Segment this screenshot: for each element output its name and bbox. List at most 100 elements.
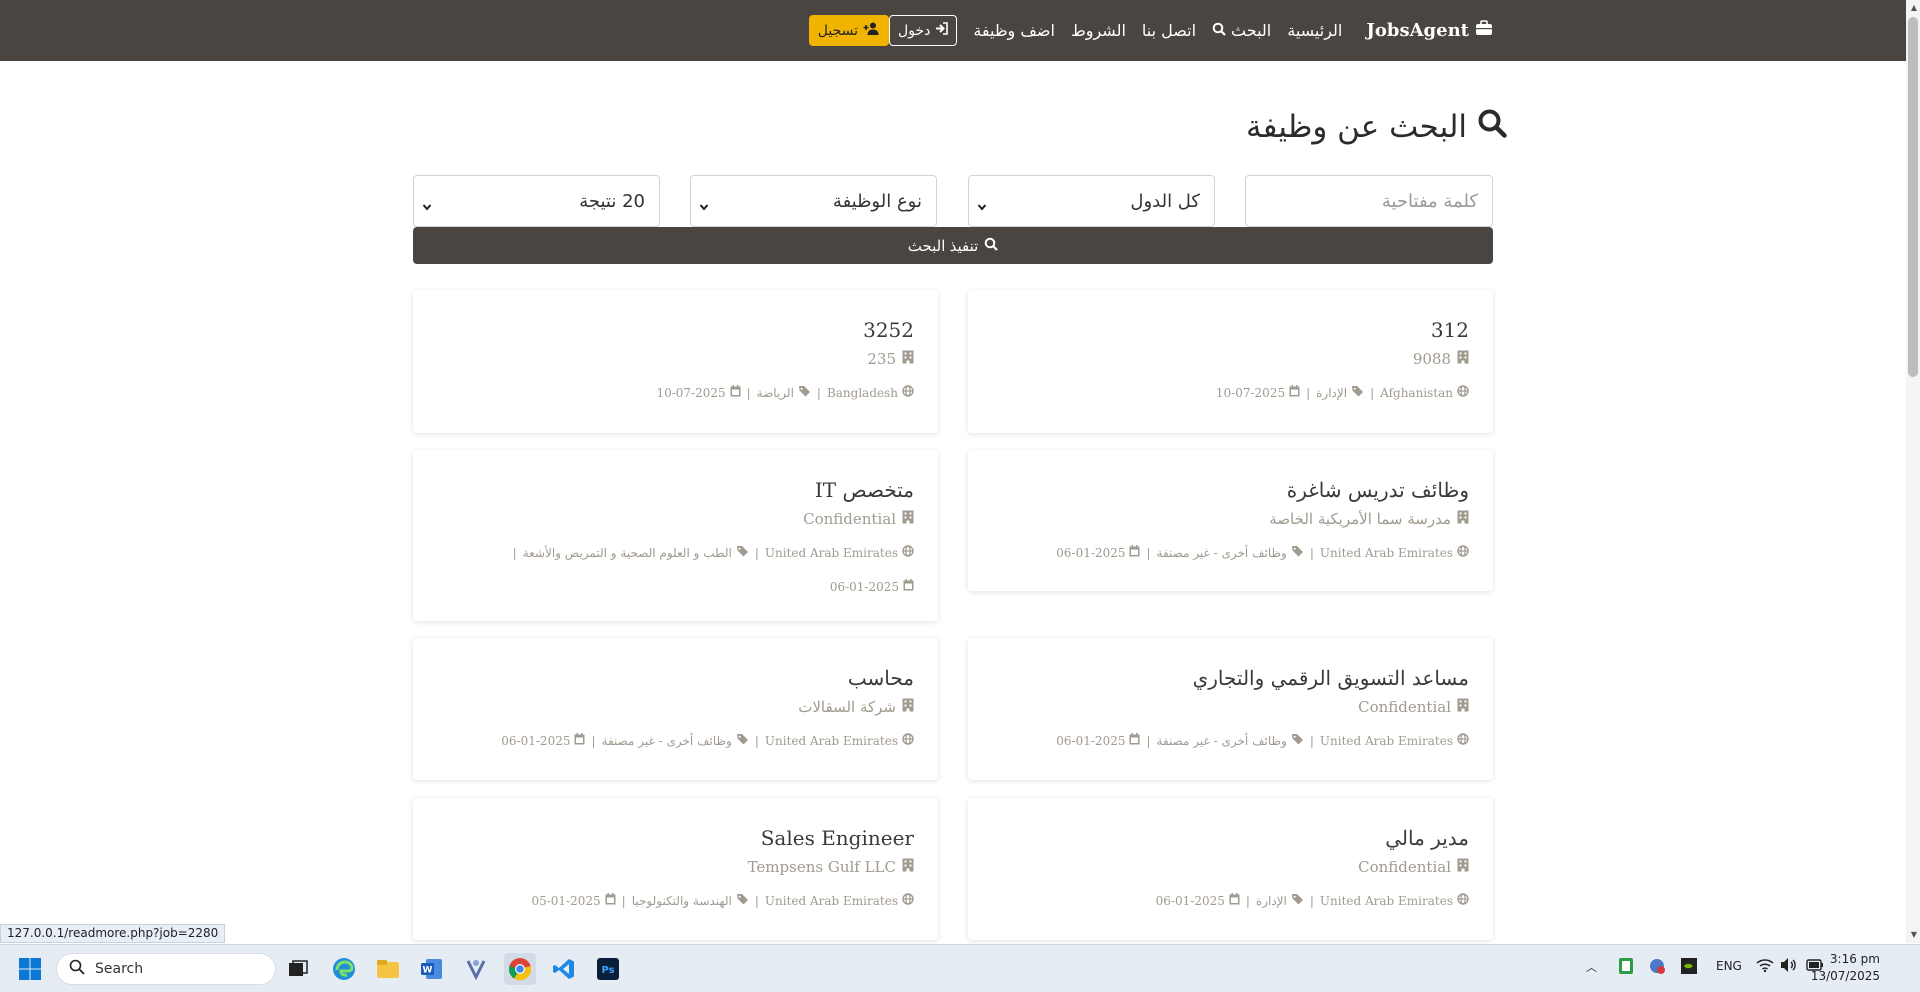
job-title[interactable]: مساعد التسويق الرقمي والتجاري — [992, 666, 1469, 690]
tray-chevron-up-icon[interactable]: ︿ — [1586, 959, 1597, 975]
login-button[interactable]: دخول — [889, 15, 958, 46]
app-icon[interactable] — [460, 953, 492, 985]
building-icon — [1457, 698, 1469, 716]
job-card[interactable]: مدير مالي Confidential United Arab Emira… — [968, 798, 1493, 940]
windows-start-icon[interactable] — [14, 953, 46, 985]
job-card[interactable]: مساعد التسويق الرقمي والتجاري Confidenti… — [968, 638, 1493, 780]
scrollbar-thumb[interactable] — [1908, 17, 1918, 377]
task-view-icon[interactable] — [282, 953, 314, 985]
keyword-input[interactable]: كلمة مفتاحية — [1245, 175, 1493, 227]
tray-app-icon[interactable] — [1618, 957, 1634, 978]
job-card[interactable]: متخصص IT Confidential United Arab Emirat… — [413, 450, 938, 621]
job-company: 9088 — [1412, 350, 1451, 368]
meta-separator: | — [1309, 546, 1314, 560]
word-icon[interactable]: W — [416, 953, 448, 985]
job-title[interactable]: 312 — [992, 318, 1469, 342]
nav-add-job[interactable]: اضف وظيفة — [973, 21, 1055, 40]
wifi-icon[interactable] — [1756, 957, 1774, 976]
job-date: 06-01-2025 — [1155, 894, 1225, 908]
nav-search-label: البحث — [1231, 21, 1272, 40]
file-explorer-icon[interactable] — [372, 953, 404, 985]
calendar-icon — [1289, 378, 1300, 408]
taskbar-search[interactable]: Search — [56, 953, 276, 985]
building-icon — [902, 510, 914, 528]
meta-separator: | — [621, 894, 626, 908]
job-meta: Afghanistan | الإدارة | 10-07-2025 — [992, 378, 1469, 408]
photoshop-icon[interactable]: Ps — [592, 953, 624, 985]
scroll-down-icon[interactable]: ▼ — [1911, 930, 1917, 939]
calendar-icon — [1129, 726, 1140, 756]
register-button[interactable]: تسجيل — [808, 15, 890, 46]
job-type-select[interactable]: نوع الوظيفة — [690, 175, 937, 227]
job-company-row: Tempsens Gulf LLC — [437, 858, 914, 876]
job-title[interactable]: مدير مالي — [992, 826, 1469, 850]
globe-icon — [1457, 378, 1469, 408]
taskbar-clock[interactable]: 3:16 pm 13/07/2025 — [1811, 951, 1880, 985]
scroll-up-icon[interactable]: ▲ — [1911, 3, 1917, 12]
job-card[interactable]: محاسب شركة السقالات United Arab Emirates… — [413, 638, 938, 780]
job-card[interactable]: 312 9088 Afghanistan | الإدارة | 10-07-2… — [968, 290, 1493, 433]
job-company: 235 — [867, 350, 896, 368]
building-icon — [1457, 510, 1469, 528]
meta-separator: | — [1309, 734, 1314, 748]
globe-icon — [902, 726, 914, 756]
nav-terms[interactable]: الشروط — [1071, 21, 1126, 40]
vscode-icon[interactable] — [548, 953, 580, 985]
tags-icon — [736, 726, 749, 756]
windows-taskbar: Search W Ps ︿ ENG 3:16 pm 13/07/2025 — [0, 944, 1920, 992]
search-icon — [1212, 21, 1226, 40]
volume-icon[interactable] — [1780, 957, 1798, 976]
job-category: وظائف أخرى - غير مصنفة — [1156, 734, 1287, 748]
job-company: شركة السقالات — [798, 698, 896, 716]
job-title[interactable]: وظائف تدريس شاغرة — [992, 478, 1469, 502]
brand-logo[interactable]: JobsAgent — [1366, 20, 1493, 41]
nav-contact[interactable]: اتصل بنا — [1142, 21, 1196, 40]
status-bar-url: 127.0.0.1/readmore.php?job=2280 — [0, 924, 226, 943]
job-meta: United Arab Emirates | وظائف أخرى - غير … — [992, 726, 1469, 756]
job-meta: United Arab Emirates | الهندسة والتكنولو… — [437, 886, 914, 916]
nav-search[interactable]: البحث — [1212, 21, 1271, 40]
meta-separator: | — [816, 386, 821, 400]
globe-icon — [1457, 886, 1469, 916]
job-title[interactable]: متخصص IT — [437, 478, 914, 502]
globe-icon — [1457, 726, 1469, 756]
job-company-row: مدرسة سما الأمريكية الخاصة — [992, 510, 1469, 528]
search-submit-button[interactable]: تنفيذ البحث — [413, 227, 1493, 264]
job-company-row: 9088 — [992, 350, 1469, 368]
briefcase-icon — [1475, 20, 1493, 41]
page-scrollbar[interactable]: ▲ ▼ — [1906, 0, 1920, 943]
meta-separator: | — [746, 386, 751, 400]
meta-separator: | — [591, 734, 596, 748]
tray-security-icon[interactable] — [1648, 957, 1666, 978]
job-title[interactable]: 3252 — [437, 318, 914, 342]
job-country: Bangladesh — [826, 386, 898, 400]
job-company: Confidential — [803, 510, 896, 528]
job-meta: United Arab Emirates | وظائف أخرى - غير … — [437, 726, 914, 756]
country-select[interactable]: كل الدول — [968, 175, 1215, 227]
calendar-icon — [730, 378, 741, 408]
job-category: وظائف أخرى - غير مصنفة — [601, 734, 732, 748]
job-card[interactable]: Sales Engineer Tempsens Gulf LLC United … — [413, 798, 938, 940]
job-category: الطب و العلوم الصحية و التمريض والأشعة — [522, 546, 732, 560]
job-country: United Arab Emirates — [764, 894, 898, 908]
tray-nvidia-icon[interactable] — [1680, 957, 1698, 978]
job-company-row: Confidential — [437, 510, 914, 528]
job-category: الإدارة — [1255, 894, 1287, 908]
page-title: البحث عن وظيفة — [1246, 108, 1507, 146]
job-card[interactable]: وظائف تدريس شاغرة مدرسة سما الأمريكية ال… — [968, 450, 1493, 591]
results-count-select[interactable]: 20 نتيجة — [413, 175, 660, 227]
nav-home[interactable]: الرئيسية — [1287, 21, 1342, 40]
job-card[interactable]: 3252 235 Bangladesh | الرياضة | 10-07-20… — [413, 290, 938, 433]
search-submit-label: تنفيذ البحث — [907, 237, 979, 255]
job-title[interactable]: Sales Engineer — [437, 826, 914, 850]
register-label: تسجيل — [817, 22, 859, 39]
edge-browser-icon[interactable] — [328, 953, 360, 985]
results-select-value: 20 نتيجة — [579, 190, 645, 212]
chevron-down-icon — [699, 196, 709, 217]
tags-icon — [1291, 726, 1304, 756]
job-title[interactable]: محاسب — [437, 666, 914, 690]
language-indicator[interactable]: ENG — [1716, 959, 1742, 973]
calendar-icon — [605, 886, 616, 916]
svg-text:W: W — [423, 966, 433, 976]
chrome-icon[interactable] — [504, 953, 536, 985]
